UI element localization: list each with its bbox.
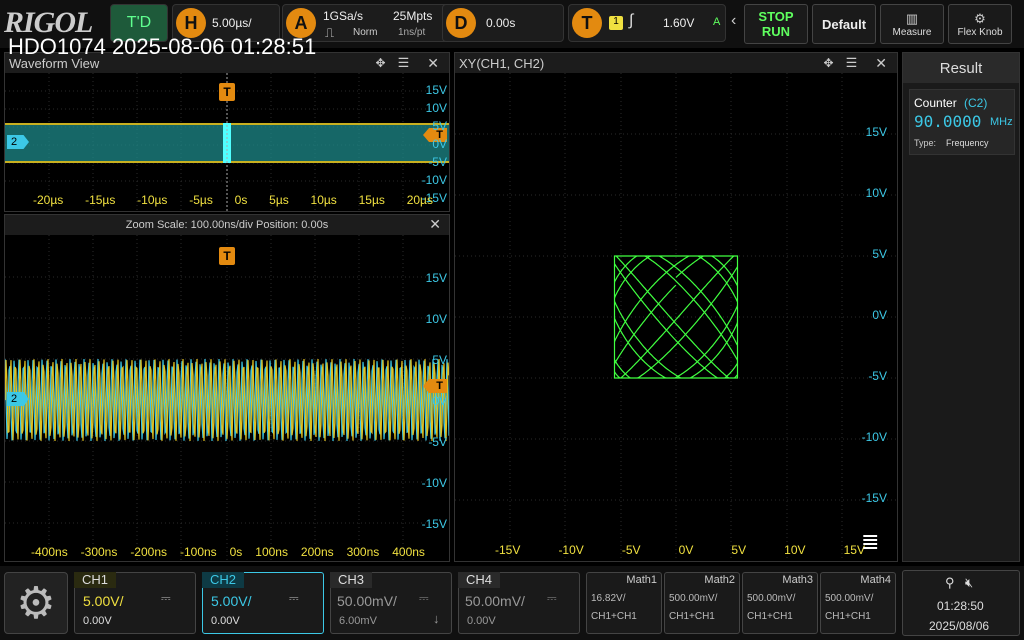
home-gear-icon[interactable]: ⚙	[4, 572, 68, 634]
clock-time: 01:28:50	[937, 599, 984, 613]
chevron-left-icon[interactable]: ‹	[731, 12, 736, 30]
zoom-trigger-marker[interactable]: T	[219, 247, 235, 265]
delay-control[interactable]: D 0.00s	[442, 4, 564, 42]
status-clock-panel[interactable]: ⚲ 🔇︎ 01:28:50 2025/08/06	[902, 570, 1020, 636]
xy-close-icon[interactable]: ✕	[875, 55, 887, 72]
ch1-coupling-icon: ⎓	[161, 591, 171, 605]
acq-mode: Norm	[353, 27, 378, 38]
mute-icon: 🔇︎	[965, 575, 974, 590]
zoom-view-header: Zoom Scale: 100.00ns/div Position: 0.00s…	[5, 215, 449, 235]
result-panel: Result Counter (C2) 90.0000 MHz Type: Fr…	[902, 52, 1020, 562]
clock-date: 2025/08/06	[929, 619, 990, 633]
xy-view-panel: XY(CH1, CH2) ✥ ☰ ✕ 15V 10V 5V 0V -5V -10…	[454, 52, 898, 562]
delay-value: 0.00s	[486, 16, 516, 30]
menu-icon[interactable]: ☰	[398, 55, 410, 71]
memory-depth: 25Mpts	[393, 9, 433, 23]
xy-y-axis: 15V 10V 5V 0V -5V -10V -15V	[861, 125, 887, 505]
waveform-x-axis: -20µs -15µs -10µs -5µs 0s 5µs 10µs 15µs …	[33, 193, 433, 207]
trigger-control[interactable]: T 1 ∫ 1.60V A	[568, 4, 726, 42]
move-icon[interactable]: ✥	[376, 56, 386, 70]
sample-rate: 1GSa/s	[323, 9, 364, 23]
waveform-y-axis: 15V 10V 5V 0V -5V -10V -15V	[421, 83, 447, 205]
default-button[interactable]: Default	[812, 4, 876, 44]
ch4-panel[interactable]: CH4 50.00mV/ ⎓ 0.00V	[458, 572, 580, 634]
trigger-position-marker[interactable]: T	[219, 83, 235, 101]
counter-result[interactable]: Counter (C2) 90.0000 MHz Type: Frequency	[909, 89, 1015, 155]
trigger-mode: A	[713, 16, 721, 28]
knob-icon: ⚙	[974, 10, 986, 26]
usb-icon: ⚲	[945, 575, 955, 590]
ch1-panel[interactable]: CH1 5.00V/ ⎓ 0.00V	[74, 572, 196, 634]
xy-move-icon[interactable]: ✥	[824, 56, 834, 70]
zoom-close-icon[interactable]: ✕	[429, 216, 441, 233]
ch3-panel[interactable]: CH3 50.00mV/ ⎓ 6.00mV ↓	[330, 572, 452, 634]
time-per-point: 1ns/pt	[398, 27, 426, 38]
ch2-coupling-icon: ⎓	[289, 591, 299, 605]
xy-x-axis: -15V -10V -5V 0V 5V 10V 15V	[495, 543, 865, 557]
zoom-view-plot	[5, 235, 449, 561]
math2-panel[interactable]: Math2 500.00mV/ CH1+CH1	[664, 572, 740, 634]
xy-plot	[455, 73, 897, 561]
xy-view-header: XY(CH1, CH2) ✥ ☰ ✕	[455, 53, 897, 73]
t-icon: T	[572, 8, 602, 38]
h-scale-value: 5.00µs/	[212, 16, 252, 30]
model-datetime: HDO1074 2025-08-06 01:28:51	[8, 34, 317, 59]
zoom-view-panel: Zoom Scale: 100.00ns/div Position: 0.00s…	[4, 214, 450, 562]
ruler-icon: ▥	[905, 10, 919, 26]
trigger-level: 1.60V	[663, 16, 695, 30]
ch4-coupling-icon: ⎓	[547, 591, 557, 605]
expand-menu-icon[interactable]: ≣	[861, 529, 879, 555]
run-stop-button[interactable]: STOP RUN	[744, 4, 808, 44]
trigger-source: 1	[609, 16, 623, 30]
ch3-coupling-icon: ⎓	[419, 591, 429, 605]
result-title: Result	[903, 53, 1019, 83]
zoom-y-axis: 15V 10V 5V 0V -5V -10V -15V	[421, 271, 447, 531]
measure-button[interactable]: ▥ Measure	[880, 4, 944, 44]
ch2-panel[interactable]: CH2 5.00V/ ⎓ 0.00V	[202, 572, 324, 634]
math4-panel[interactable]: Math4 500.00mV/ CH1+CH1	[820, 572, 896, 634]
arrow-down-icon: ↓	[433, 611, 440, 626]
close-icon[interactable]: ✕	[427, 55, 439, 72]
math3-panel[interactable]: Math3 500.00mV/ CH1+CH1	[742, 572, 818, 634]
waveform-view-panel: Waveform View ✥ ☰ ✕ T 2 T 15V 10V 5V 0V …	[4, 52, 450, 212]
d-icon: D	[446, 8, 476, 38]
acq-mode-icon: ⎍	[325, 25, 335, 40]
zoom-x-axis: -400ns -300ns -200ns -100ns 0s 100ns 200…	[31, 545, 425, 559]
xy-menu-icon[interactable]: ☰	[846, 55, 858, 71]
flex-knob-button[interactable]: ⚙ Flex Knob	[948, 4, 1012, 44]
rising-edge-icon: ∫	[629, 12, 634, 29]
counter-value: 90.0000	[914, 112, 982, 131]
math1-panel[interactable]: Math1 16.82V/ CH1+CH1	[586, 572, 662, 634]
